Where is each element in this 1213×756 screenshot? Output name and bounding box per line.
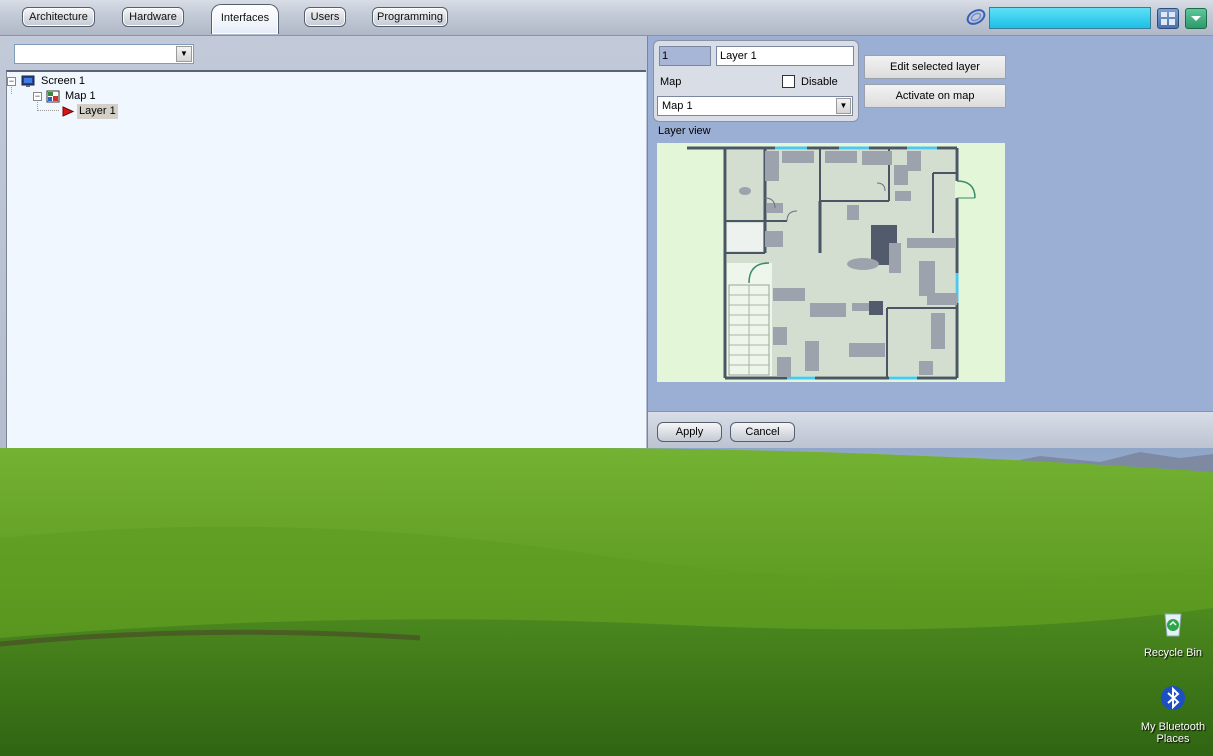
recycle-bin-icon [1164,613,1182,637]
layout-grid-button[interactable] [1157,8,1179,29]
map-icon [46,90,60,103]
grid-icon [1161,12,1175,25]
map-select-value: Map 1 [662,100,693,112]
tree-node-layer[interactable]: Layer 1 [7,104,646,119]
monitor-icon [21,75,35,87]
status-field[interactable] [989,7,1151,29]
layer-name-input[interactable]: Layer 1 [716,46,854,66]
tree-node-label: Layer 1 [77,104,118,119]
bluetooth-icon [1161,686,1185,710]
chevron-down-icon[interactable]: ▼ [836,98,851,114]
tree-node-label: Screen 1 [41,75,86,87]
cancel-button[interactable]: Cancel [730,422,795,442]
object-tree-panel: ▼ − Screen 1 − Map 1 Layer 1 [0,36,648,448]
top-tab-bar: Architecture Hardware Interfaces Users P… [0,0,1213,36]
chevron-down-icon [1191,16,1201,21]
collapse-icon[interactable]: − [33,92,42,101]
disable-label: Disable [801,76,838,88]
floor-plan-image [687,146,976,380]
apply-button[interactable]: Apply [657,422,722,442]
desktop-icon-label: Recycle Bin [1143,647,1203,659]
layer-properties-panel: 1 Layer 1 Map Disable Map 1 ▼ Edit selec… [648,36,1213,448]
tree-node-map[interactable]: − Map 1 [7,89,646,104]
tab-users[interactable]: Users [304,7,346,27]
disable-checkbox[interactable] [782,75,795,88]
desktop-icon-bluetooth[interactable]: My Bluetooth Places [1133,682,1213,745]
bliss-wallpaper-image [0,448,1213,756]
collapse-icon[interactable]: − [7,77,16,86]
layer-id-field[interactable]: 1 [659,46,711,66]
layer-properties-box: 1 Layer 1 Map Disable Map 1 ▼ [653,40,859,122]
activate-on-map-button[interactable]: Activate on map [864,84,1006,108]
map-select[interactable]: Map 1 ▼ [657,96,853,116]
edit-selected-layer-button[interactable]: Edit selected layer [864,55,1006,79]
layer-icon [62,106,75,117]
chevron-down-icon[interactable]: ▼ [176,46,192,62]
map-label: Map [660,76,682,88]
desktop-icon-label: My Bluetooth Places [1140,721,1206,745]
desktop-background[interactable]: Recycle Bin My Bluetooth Places [0,448,1213,756]
tree-node-label: Map 1 [65,90,96,102]
object-filter-select[interactable]: ▼ [14,44,194,64]
tab-hardware[interactable]: Hardware [122,7,184,27]
layer-view-label: Layer view [658,125,711,137]
object-tree: − Screen 1 − Map 1 Layer 1 [6,70,646,448]
layer-view-canvas[interactable] [657,143,1005,382]
dialog-button-bar: Apply Cancel [648,411,1213,448]
dropdown-menu-button[interactable] [1185,8,1207,29]
swirl-logo-icon [966,9,986,25]
tab-programming[interactable]: Programming [372,7,448,27]
tab-interfaces[interactable]: Interfaces [211,4,279,34]
tab-architecture[interactable]: Architecture [22,7,95,27]
tree-node-screen[interactable]: − Screen 1 [7,74,646,89]
desktop-icon-recycle-bin[interactable]: Recycle Bin [1133,608,1213,659]
